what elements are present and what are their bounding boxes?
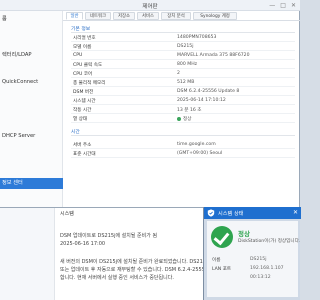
row-label: CPU 코어 (73, 72, 93, 77)
status-dot-icon (177, 116, 181, 121)
sidebar: 룹 렉터리/LDAP QuickConnect DHCP Server 정보 센… (0, 11, 63, 207)
row-value: 2 (177, 71, 180, 76)
info-row: 시리얼 번호 1480PMN708653 (71, 34, 295, 42)
system-status-widget: 시스템 상태 ✕ 정상 DiskStation이(가) 정상입니다. 이름 DS2… (203, 207, 301, 300)
row-value: DS215j (177, 44, 194, 49)
info-row: CPU 클럭 속도 800 MHz (71, 61, 295, 69)
row-value: DSM 6.2.4-25556 Update 8 (177, 89, 240, 94)
row-value: 1480PMN708653 (177, 35, 217, 40)
dialog-message-body: 합니다. 현재 서버에서 실행 중인 서비스가 중단됩니다. (60, 275, 174, 281)
dialog-sidebar (0, 208, 55, 300)
control-panel-window: 제어판 — □ ✕ 룹 렉터리/LDAP QuickConnect DHCP S… (0, 0, 300, 207)
main-panel: 일반 네트워크 저장소 서비스 장치 분석 Synology 계정 기본 정보 … (63, 11, 300, 207)
info-row: CPU 코어 2 (71, 70, 295, 78)
dialog-message-body: 새 버전의 DSM이 DS215j에 설치될 준비가 완료되었습니다. DS21… (60, 259, 208, 265)
tab-device-analysis[interactable]: 장치 분석 (161, 12, 191, 20)
row-label: CPU (73, 53, 83, 58)
sidebar-item-info-center[interactable]: 정보 센터 (0, 178, 63, 189)
thermal-status: 정상 (177, 116, 191, 122)
tab-bar: 일반 네트워크 저장소 서비스 장치 분석 Synology 계정 (63, 11, 300, 21)
section-divider (71, 135, 295, 136)
row-value: 512 MB (177, 80, 195, 85)
info-row: DSM 버전 DSM 6.2.4-25556 Update 8 (71, 88, 295, 96)
row-value: 2025-06-14 17:10:12 (177, 98, 226, 103)
shield-icon (207, 209, 215, 217)
row-label: 열 상태 (73, 117, 88, 122)
row-label: 시리얼 번호 (73, 36, 96, 41)
row-value: time.google.com (177, 142, 216, 147)
row-label: DSM 버전 (73, 90, 94, 95)
dialog-message-heading: DSM 업데이트로 DS215j에 설치될 준비가 됨 (60, 233, 158, 239)
check-icon (211, 226, 233, 248)
title-bar[interactable]: 제어판 — □ ✕ (0, 0, 300, 11)
info-row: 총 물리적 메모리 512 MB (71, 79, 295, 87)
health-subtitle: DiskStation이(가) 정상입니다. (238, 239, 301, 244)
info-row: 작동 시간 13 분 16 초 (71, 106, 295, 114)
section-time: 시간 (71, 130, 80, 135)
widget-row-label: LAN 포트 (212, 267, 232, 272)
dialog-title: 시스템 (60, 211, 74, 217)
info-row: CPU MARVELL Armada 375 88F6720 (71, 52, 295, 60)
info-row: 표준 시간대 (GMT+09:00) Seoul (71, 150, 295, 158)
widget-row-value: 192.168.1.107 (250, 266, 284, 271)
sidebar-item-group[interactable]: 룹 (0, 14, 63, 25)
row-label: CPU 클럭 속도 (73, 63, 103, 68)
row-label: 모델 이름 (73, 45, 92, 50)
info-row: 모델 이름 DS215j (71, 43, 295, 51)
section-divider (71, 32, 295, 33)
tab-network[interactable]: 네트워크 (85, 12, 111, 20)
row-value: MARVELL Armada 375 88F6720 (177, 53, 250, 58)
close-icon[interactable]: ✕ (291, 2, 296, 9)
row-value: 800 MHz (177, 62, 198, 67)
section-basic-info: 기본 정보 (71, 27, 91, 32)
row-label: 시스템 시간 (73, 99, 96, 104)
notification-dialog: 시스템 DSM 업데이트로 DS215j에 설치될 준비가 됨 2025-06-… (0, 207, 233, 300)
tab-service[interactable]: 서비스 (137, 12, 159, 20)
thermal-status-text: 정상 (183, 117, 192, 122)
close-icon[interactable]: ✕ (293, 209, 298, 216)
window-title: 제어판 (142, 4, 158, 10)
widget-row-value: 00:13:12 (250, 275, 271, 280)
tab-synology-account[interactable]: Synology 계정 (193, 12, 237, 20)
tab-general[interactable]: 일반 (66, 12, 83, 20)
minimize-icon[interactable]: — (269, 2, 275, 9)
info-row: 시스템 시간 2025-06-14 17:10:12 (71, 97, 295, 105)
row-value: (GMT+09:00) Seoul (177, 151, 223, 156)
health-status: 정상 (238, 230, 250, 238)
widget-body: 정상 DiskStation이(가) 정상입니다. 이름 DS215j LAN 포… (207, 221, 301, 297)
sidebar-item-quickconnect[interactable]: QuickConnect (0, 77, 63, 88)
sidebar-item-dhcp-server[interactable]: DHCP Server (0, 131, 63, 142)
row-value: 13 분 16 초 (177, 108, 202, 113)
widget-title: 시스템 상태 (218, 211, 244, 217)
widget-header: 시스템 상태 ✕ (204, 207, 301, 219)
info-row: 서버 주소 time.google.com (71, 141, 295, 149)
sidebar-item-directory-ldap[interactable]: 렉터리/LDAP (0, 50, 63, 61)
row-label: 표준 시간대 (73, 152, 96, 157)
row-label: 총 물리적 메모리 (73, 81, 106, 86)
widget-row-label: 이름 (212, 258, 221, 263)
row-label: 서버 주소 (73, 143, 92, 148)
info-row: 열 상태 정상 (71, 115, 295, 123)
row-label: 작동 시간 (73, 108, 92, 113)
widget-row-value: DS215j (250, 257, 267, 262)
maximize-icon[interactable]: □ (280, 2, 286, 9)
dialog-message-date: 2025-06-16 17:00 (60, 241, 106, 247)
tab-storage[interactable]: 저장소 (113, 12, 135, 20)
